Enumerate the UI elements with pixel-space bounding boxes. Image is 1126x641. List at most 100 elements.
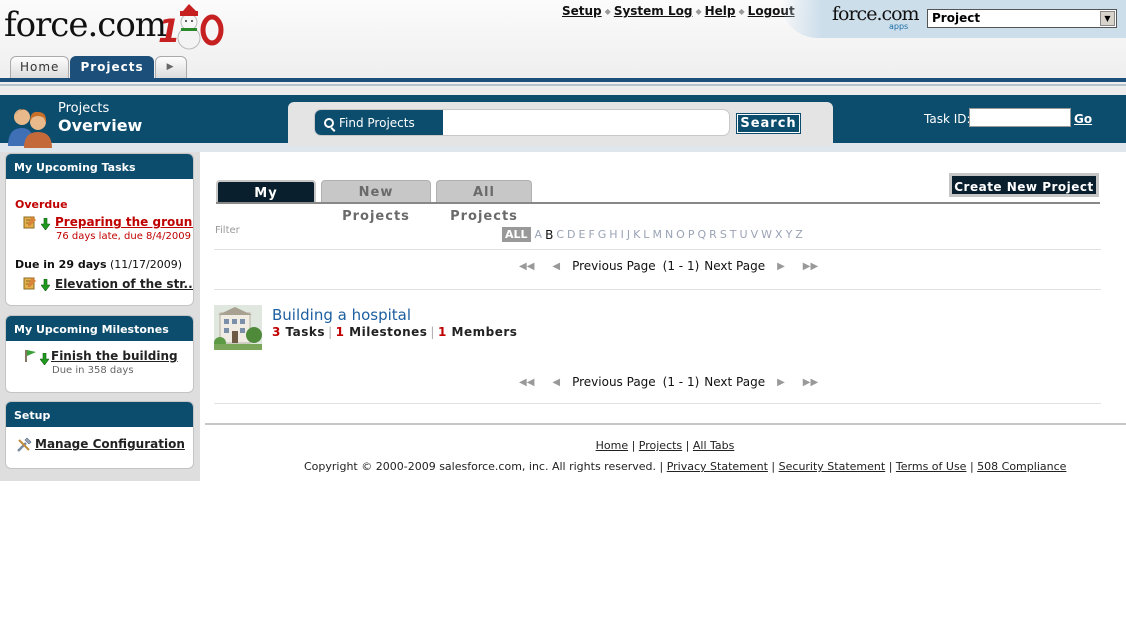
app-selector[interactable]: Project ▼ — [927, 9, 1117, 28]
priority-down-arrow-icon — [40, 353, 49, 365]
milestone-link[interactable]: Finish the building — [51, 349, 178, 363]
alpha-filter-letter[interactable]: Y — [786, 228, 793, 241]
due-task-link[interactable]: Elevation of the str... — [55, 277, 193, 291]
alpha-filter-letter[interactable]: H — [609, 228, 617, 241]
svg-text:1: 1 — [158, 12, 180, 50]
go-button[interactable]: Go — [1074, 112, 1092, 126]
pager-top: ◀◀ ◀ Previous Page (1 - 1) Next Page ▶ ▶… — [519, 259, 818, 273]
tasks-count: 3 — [272, 325, 281, 339]
alpha-filter-letter[interactable]: K — [633, 228, 640, 241]
first-page-icon[interactable]: ◀◀ — [519, 261, 534, 272]
alpha-filter-letter[interactable]: D — [567, 228, 575, 241]
alpha-filter-letter[interactable]: W — [761, 228, 772, 241]
footer-rule — [205, 423, 1126, 425]
tab-projects[interactable]: Projects — [70, 56, 154, 78]
logo-text: force.com — [4, 5, 167, 45]
page-range: (1 - 1) — [662, 375, 700, 389]
alpha-filter-letter[interactable]: B — [545, 228, 553, 242]
milestones-label: Milestones — [349, 325, 428, 339]
tab-new-projects[interactable]: New Projects — [321, 180, 431, 224]
previous-page-link[interactable]: Previous Page — [572, 375, 656, 389]
prev-page-icon[interactable]: ◀ — [552, 377, 560, 388]
alpha-filter-letter[interactable]: S — [720, 228, 727, 241]
search-button[interactable]: Search — [736, 113, 801, 134]
link-separator: ◆ — [695, 6, 702, 16]
next-page-link[interactable]: Next Page — [704, 259, 765, 273]
footer-link-all-tabs[interactable]: All Tabs — [693, 439, 735, 452]
due-soon-heading: Due in 29 days (11/17/2009) — [15, 258, 182, 271]
force-com-logo: force.com 1 — [4, 2, 226, 54]
alpha-filter-letter[interactable]: L — [643, 228, 649, 241]
help-link[interactable]: Help — [705, 4, 736, 18]
alpha-filter-letter[interactable]: O — [676, 228, 685, 241]
alpha-filter-letter[interactable]: T — [730, 228, 737, 241]
alpha-filter-all[interactable]: ALL — [502, 227, 531, 242]
upcoming-milestones-header: My Upcoming Milestones — [6, 316, 193, 341]
tab-bar-shadow — [0, 84, 1126, 86]
alpha-filter-letter[interactable]: N — [665, 228, 673, 241]
alpha-filter-letter[interactable]: E — [578, 228, 585, 241]
last-page-icon[interactable]: ▶▶ — [803, 377, 818, 388]
alpha-filter-letter[interactable]: P — [688, 228, 695, 241]
milestone-detail: Due in 358 days — [52, 365, 134, 376]
people-icon — [8, 109, 52, 148]
alpha-filter-letter[interactable]: G — [598, 228, 607, 241]
find-projects-label: Find Projects — [315, 110, 443, 135]
divider — [214, 249, 1101, 250]
first-page-icon[interactable]: ◀◀ — [519, 377, 534, 388]
create-new-project-button[interactable]: Create New Project — [949, 173, 1099, 197]
task-id-input[interactable] — [969, 108, 1071, 127]
tab-my-projects[interactable]: My Projects — [216, 180, 316, 225]
alpha-filter-letter[interactable]: I — [621, 228, 624, 241]
link-separator: ◆ — [604, 6, 611, 16]
project-thumbnail-image — [214, 305, 262, 350]
508-compliance-link[interactable]: 508 Compliance — [977, 460, 1066, 473]
alpha-filter-letter[interactable]: C — [556, 228, 564, 241]
upcoming-tasks-header: My Upcoming Tasks — [6, 154, 193, 179]
previous-page-link[interactable]: Previous Page — [572, 259, 656, 273]
link-separator: ◆ — [738, 6, 745, 16]
search-input[interactable] — [445, 112, 725, 134]
dropdown-arrow-icon[interactable]: ▼ — [1100, 11, 1115, 26]
next-page-link[interactable]: Next Page — [704, 375, 765, 389]
page-title-section: Projects — [58, 101, 110, 116]
terms-of-use-link[interactable]: Terms of Use — [896, 460, 967, 473]
project-title-link[interactable]: Building a hospital — [272, 306, 411, 324]
due-date: (11/17/2009) — [110, 258, 182, 271]
last-page-icon[interactable]: ▶▶ — [803, 261, 818, 272]
stat-separator: | — [430, 325, 435, 339]
project-tabs-rule — [216, 202, 1100, 204]
members-label: Members — [451, 325, 518, 339]
alpha-filter-letter[interactable]: M — [652, 228, 662, 241]
alpha-filter-letter[interactable]: A — [535, 228, 543, 241]
footer-link-projects[interactable]: Projects — [639, 439, 682, 452]
privacy-statement-link[interactable]: Privacy Statement — [667, 460, 768, 473]
system-log-link[interactable]: System Log — [614, 4, 693, 18]
footer-link-home[interactable]: Home — [596, 439, 628, 452]
security-statement-link[interactable]: Security Statement — [779, 460, 886, 473]
app-switcher-area: force.com apps Project ▼ — [780, 0, 1126, 38]
next-page-icon[interactable]: ▶ — [777, 261, 785, 272]
alpha-filter-letter[interactable]: U — [740, 228, 748, 241]
top-links: Setup ◆ System Log ◆ Help ◆ Logout — [562, 4, 795, 18]
more-tabs-arrow-icon[interactable]: ▶ — [154, 56, 187, 78]
alpha-filter-letter[interactable]: R — [709, 228, 717, 241]
top-header: force.com 1 Setup ◆ System Log ◆ Help ◆ … — [0, 0, 1126, 95]
alpha-filter-letter[interactable]: J — [627, 228, 630, 241]
alpha-filter-letter[interactable]: Z — [795, 228, 803, 241]
alpha-filter-letter[interactable]: Q — [697, 228, 706, 241]
prev-page-icon[interactable]: ◀ — [552, 261, 560, 272]
overdue-task-link[interactable]: Preparing the ground — [55, 215, 193, 229]
alpha-filter-letter[interactable]: X — [775, 228, 783, 241]
alpha-filter-letter[interactable]: F — [588, 228, 594, 241]
tab-home[interactable]: Home — [10, 56, 70, 78]
find-projects-text: Find Projects — [339, 116, 415, 130]
task-icon — [23, 216, 36, 229]
tab-all-projects[interactable]: All Projects — [436, 180, 532, 224]
filter-label: Filter — [215, 225, 240, 236]
find-projects-box: Find Projects — [314, 109, 730, 136]
setup-link[interactable]: Setup — [562, 4, 602, 18]
alphabet-filter: ALL A B C D E F G H I J K L M N O P Q R … — [502, 227, 806, 242]
next-page-icon[interactable]: ▶ — [777, 377, 785, 388]
alpha-filter-letter[interactable]: V — [751, 228, 759, 241]
